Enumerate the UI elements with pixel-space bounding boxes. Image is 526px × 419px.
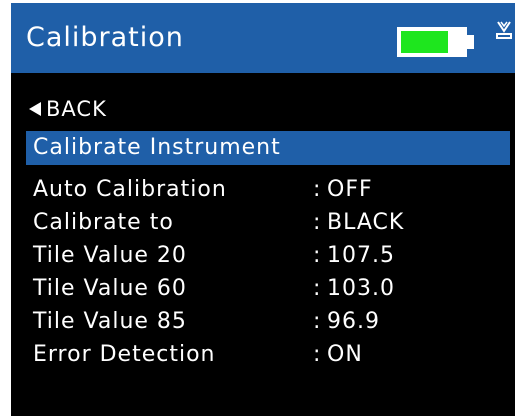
setting-value: OFF [327, 177, 373, 202]
battery-terminal [467, 35, 474, 49]
setting-label: Tile Value 20 [33, 243, 187, 268]
setting-row-calibrate-to[interactable]: Calibrate to : BLACK [33, 206, 503, 239]
usb-charging-icon [496, 21, 512, 39]
setting-value: ON [327, 342, 363, 367]
setting-row-tile-value-60[interactable]: Tile Value 60 : 103.0 [33, 272, 503, 305]
battery-icon [397, 27, 477, 57]
setting-separator: : [313, 177, 322, 202]
setting-row-auto-calibration[interactable]: Auto Calibration : OFF [33, 173, 503, 206]
setting-value: 96.9 [327, 309, 380, 334]
setting-label: Tile Value 85 [33, 309, 187, 334]
settings-list: Auto Calibration : OFF Calibrate to : BL… [33, 173, 503, 371]
setting-row-error-detection[interactable]: Error Detection : ON [33, 338, 503, 371]
setting-label: Calibrate to [33, 210, 174, 235]
title-bar: Calibration [11, 3, 515, 73]
setting-value: 103.0 [327, 276, 395, 301]
back-button[interactable]: BACK [28, 94, 107, 124]
page-title: Calibration [26, 22, 184, 53]
setting-label: Tile Value 60 [33, 276, 187, 301]
setting-label: Auto Calibration [33, 177, 227, 202]
setting-separator: : [313, 276, 322, 301]
setting-value: 107.5 [327, 243, 395, 268]
setting-value: BLACK [327, 210, 405, 235]
section-header[interactable]: Calibrate Instrument [26, 131, 510, 165]
battery-level-fill [401, 31, 448, 53]
left-triangle-icon [29, 101, 41, 116]
section-title: Calibrate Instrument [33, 135, 281, 160]
back-label: BACK [46, 97, 107, 121]
battery-body [397, 27, 467, 57]
setting-separator: : [313, 210, 322, 235]
setting-label: Error Detection [33, 342, 216, 367]
setting-separator: : [313, 342, 322, 367]
setting-row-tile-value-85[interactable]: Tile Value 85 : 96.9 [33, 305, 503, 338]
setting-separator: : [313, 309, 322, 334]
setting-row-tile-value-20[interactable]: Tile Value 20 : 107.5 [33, 239, 503, 272]
setting-separator: : [313, 243, 322, 268]
device-screen: Calibration BACK Calibrate Instrument Au… [11, 3, 515, 416]
